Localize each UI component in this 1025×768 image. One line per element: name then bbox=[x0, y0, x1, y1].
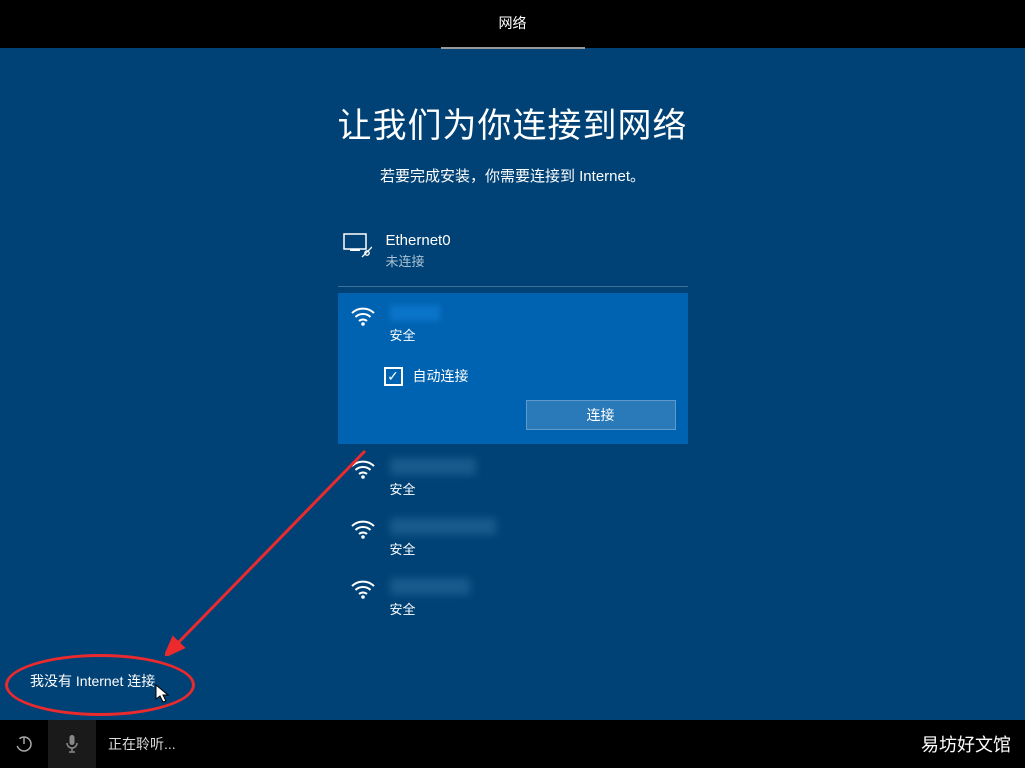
no-internet-link[interactable]: 我没有 Internet 连接 bbox=[30, 671, 155, 691]
watermark-text: 易坊好文馆 bbox=[921, 731, 1011, 757]
ethernet-icon bbox=[342, 232, 372, 258]
ethernet-status: 未连接 bbox=[386, 251, 451, 270]
wifi-icon bbox=[350, 518, 376, 540]
wifi-item[interactable]: 安全 bbox=[338, 444, 688, 504]
connect-button[interactable]: 连接 bbox=[526, 400, 676, 430]
wifi-ssid-redacted bbox=[390, 518, 496, 535]
wifi-icon bbox=[350, 578, 376, 600]
wifi-ssid-redacted bbox=[390, 458, 476, 475]
wifi-item[interactable]: 安全 bbox=[338, 504, 688, 564]
ethernet-name: Ethernet0 bbox=[386, 232, 451, 249]
page-subtitle: 若要完成安装，你需要连接到 Internet。 bbox=[380, 165, 645, 186]
page-title: 让我们为你连接到网络 bbox=[338, 98, 688, 147]
wifi-item[interactable]: 安全 bbox=[338, 564, 688, 624]
cursor-icon bbox=[155, 684, 171, 704]
wifi-ssid-redacted bbox=[390, 305, 440, 321]
listening-status: 正在聆听... bbox=[108, 734, 176, 754]
tab-network[interactable]: 网络 bbox=[441, 0, 585, 49]
wifi-secure-label: 安全 bbox=[390, 479, 476, 498]
auto-connect-checkbox[interactable]: ✓ bbox=[384, 367, 403, 386]
power-accessibility-icon[interactable] bbox=[0, 720, 48, 768]
auto-connect-label: 自动连接 bbox=[413, 366, 469, 386]
ethernet-item[interactable]: Ethernet0 未连接 bbox=[338, 226, 688, 287]
wifi-secure-label: 安全 bbox=[390, 599, 470, 618]
wifi-icon bbox=[350, 458, 376, 480]
microphone-icon[interactable] bbox=[48, 720, 96, 768]
wifi-item-selected[interactable]: 安全 ✓ 自动连接 连接 bbox=[338, 293, 688, 444]
wifi-secure-label: 安全 bbox=[390, 325, 440, 344]
wifi-secure-label: 安全 bbox=[390, 539, 496, 558]
wifi-icon bbox=[350, 305, 376, 327]
wifi-ssid-redacted bbox=[390, 578, 470, 595]
